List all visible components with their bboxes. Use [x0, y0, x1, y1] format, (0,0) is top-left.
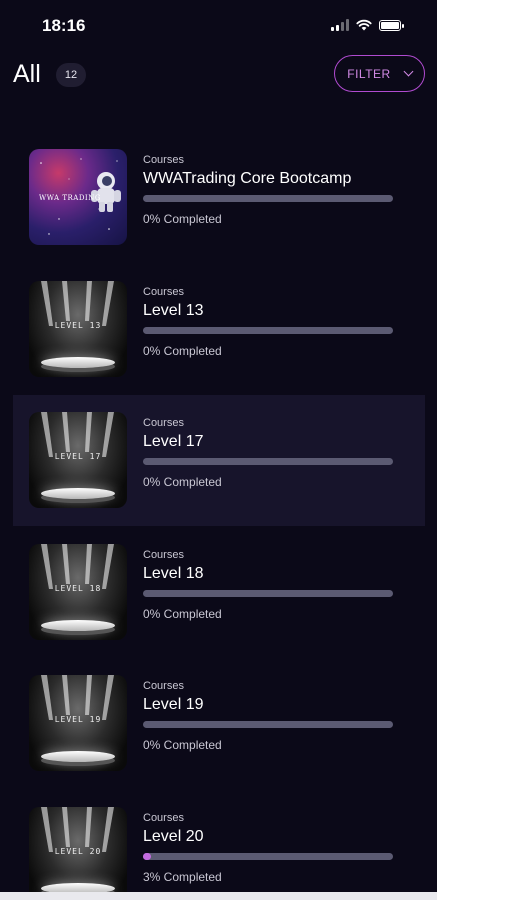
thumbnail-text: LEVEL 13 [54, 320, 102, 330]
pedestal-graphic [41, 356, 115, 368]
count-badge: 12 [56, 63, 86, 87]
course-title: WWATrading Core Bootcamp [143, 170, 352, 187]
course-title: Level 19 [143, 696, 204, 713]
pedestal-graphic [41, 751, 115, 762]
course-status: 0% Completed [143, 343, 222, 358]
course-list: WWA TRADING Courses WWATrading Core Boot… [0, 132, 437, 892]
course-thumbnail: LEVEL 19 [29, 675, 127, 771]
course-item[interactable]: LEVEL 13 Courses Level 13 0% Completed [0, 264, 437, 396]
course-item[interactable]: LEVEL 20 Courses Level 20 3% Completed [0, 790, 437, 892]
chevron-down-icon [403, 66, 414, 77]
course-category: Courses [143, 811, 184, 824]
course-thumbnail: WWA TRADING [29, 149, 127, 245]
progress-bar [143, 195, 393, 202]
pedestal-graphic [41, 488, 115, 499]
course-category: Courses [143, 680, 184, 692]
status-icons [331, 18, 404, 32]
course-category: Courses [143, 417, 184, 429]
course-item[interactable]: LEVEL 18 Courses Level 18 0% Completed [0, 527, 437, 659]
wifi-icon [356, 19, 372, 31]
course-status: 0% Completed [143, 212, 222, 226]
progress-bar [143, 326, 393, 334]
course-thumbnail: LEVEL 18 [29, 543, 127, 640]
course-thumbnail: LEVEL 17 [29, 412, 127, 508]
filter-button[interactable]: FILTER [334, 55, 425, 92]
course-category: Courses [143, 285, 184, 298]
course-item[interactable]: LEVEL 17 Courses Level 17 0% Completed [0, 395, 437, 527]
pedestal-graphic [41, 619, 115, 631]
course-status: 3% Completed [143, 869, 222, 884]
course-thumbnail: LEVEL 20 [29, 806, 127, 892]
progress-bar [143, 852, 393, 860]
thumbnail-text: LEVEL 17 [54, 452, 102, 461]
pedestal-graphic [41, 882, 115, 892]
thumbnail-text: LEVEL 19 [54, 715, 102, 724]
course-thumbnail: LEVEL 13 [29, 280, 127, 377]
app-screen: 18:16 All 12 FILTER WWA TRADING Courses … [0, 0, 437, 892]
progress-bar [143, 721, 393, 728]
course-item[interactable]: WWA TRADING Courses WWATrading Core Boot… [0, 132, 437, 264]
thumbnail-text: LEVEL 20 [54, 846, 102, 856]
course-title: Level 13 [143, 301, 204, 319]
cellular-signal-icon [331, 19, 349, 31]
progress-bar [143, 589, 393, 597]
progress-bar [143, 458, 393, 465]
battery-icon [379, 19, 404, 31]
progress-fill [143, 852, 151, 860]
bottom-edge [0, 892, 437, 900]
page-title: All [13, 60, 41, 88]
course-status: 0% Completed [143, 738, 222, 752]
status-time: 18:16 [42, 16, 86, 35]
course-status: 0% Completed [143, 475, 222, 489]
course-title: Level 17 [143, 433, 204, 450]
course-item[interactable]: LEVEL 19 Courses Level 19 0% Completed [0, 658, 437, 790]
course-category: Courses [143, 548, 184, 561]
astronaut-icon [91, 172, 121, 212]
course-category: Courses [143, 154, 184, 166]
filter-label: FILTER [347, 66, 391, 81]
course-title: Level 20 [143, 827, 204, 845]
course-status: 0% Completed [143, 606, 222, 621]
course-title: Level 18 [143, 564, 204, 582]
thumbnail-text: LEVEL 18 [54, 583, 102, 593]
thumbnail-text: WWA TRADING [39, 194, 101, 202]
